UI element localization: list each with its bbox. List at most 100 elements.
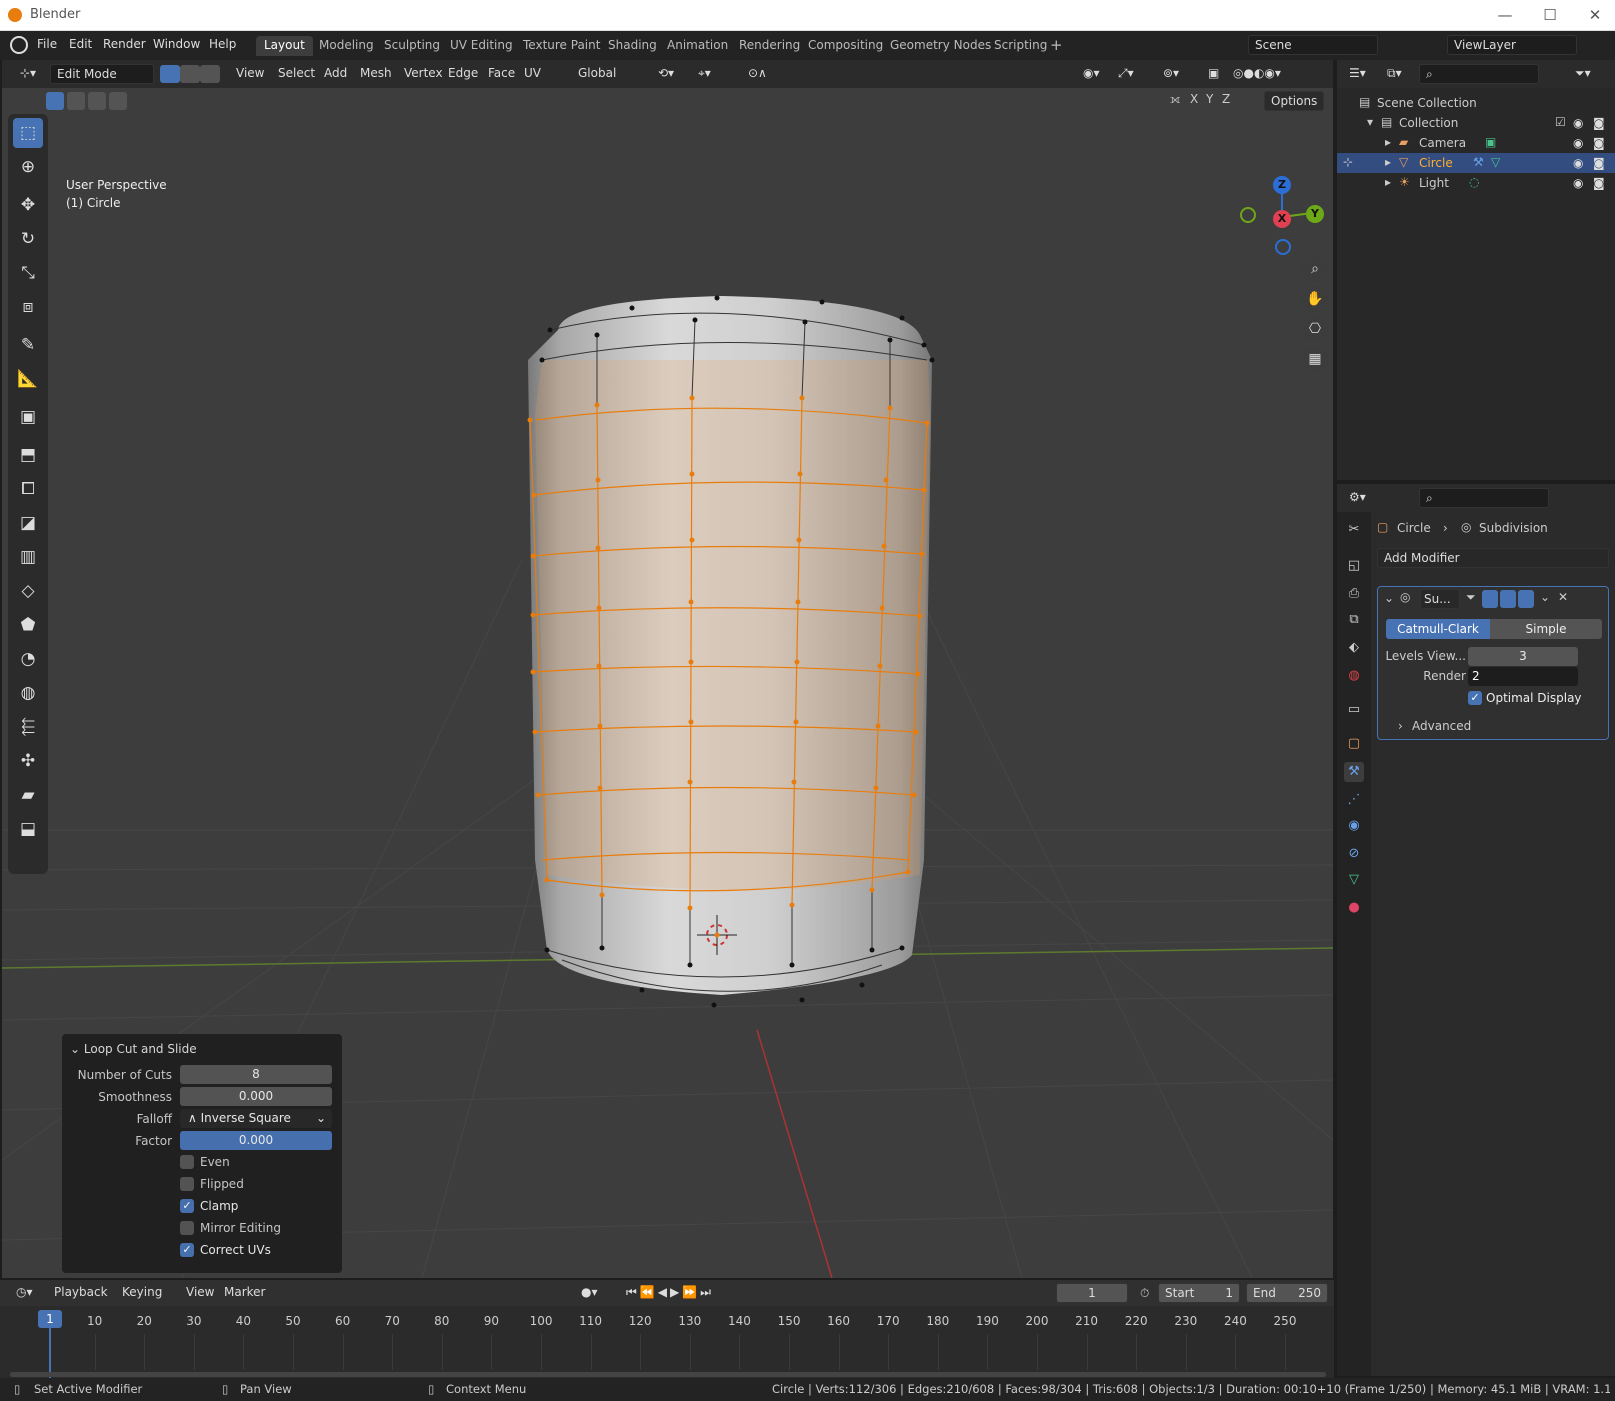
zoom-icon[interactable]: ⌕ bbox=[1302, 256, 1328, 282]
playhead-frame-label[interactable]: 1 bbox=[38, 1310, 62, 1328]
checkbox-icon[interactable]: ☑ bbox=[1555, 115, 1566, 129]
advanced-subpanel[interactable]: Advanced bbox=[1412, 719, 1471, 733]
rotate-icon[interactable]: ↻ bbox=[13, 224, 43, 254]
menu-help[interactable]: Help bbox=[209, 37, 236, 51]
add-modifier-dropdown[interactable]: Add Modifier bbox=[1377, 548, 1609, 568]
scene-collection-row[interactable]: ▤ Scene Collection bbox=[1337, 93, 1615, 113]
output-tab-icon[interactable]: ⎙ bbox=[1344, 584, 1364, 604]
maximize-icon[interactable]: ☐ bbox=[1535, 4, 1565, 26]
blender-menu-icon[interactable] bbox=[10, 36, 28, 54]
loop-cut-title[interactable]: ⌄ Loop Cut and Slide bbox=[70, 1042, 197, 1056]
editmode-toggle-icon[interactable] bbox=[1482, 590, 1498, 608]
outliner-editor-type-icon[interactable]: ☰▾ bbox=[1343, 64, 1372, 84]
outliner-item-circle[interactable]: ⊹ ▸ ▽ Circle ⚒ ▽ ◉ ◙ bbox=[1337, 153, 1615, 173]
eye-icon[interactable]: ◉ bbox=[1573, 156, 1583, 170]
collection-tab-icon[interactable]: ▭ bbox=[1344, 700, 1364, 720]
catmull-clark-button[interactable]: Catmull-Clark bbox=[1386, 619, 1490, 639]
outliner-item-camera[interactable]: ▸ ▰ Camera ▣ ◉ ◙ bbox=[1337, 133, 1615, 153]
tab-compositing[interactable]: Compositing bbox=[800, 36, 891, 56]
vertex-select-icon[interactable] bbox=[160, 65, 180, 83]
menu-edge[interactable]: Edge bbox=[442, 64, 484, 84]
particles-tab-icon[interactable]: ⋰ bbox=[1344, 790, 1364, 810]
menu-uv[interactable]: UV bbox=[518, 64, 547, 84]
data-tab-icon[interactable]: ▽ bbox=[1344, 870, 1364, 890]
properties-editor[interactable]: ⚙▾ ⌕ ✂ ◱ ⎙ ⧉ ⬖ ◍ ▭ ▢ ⚒ ⋰ ◉ ⊘ ▽ ● ▢ Circl… bbox=[1337, 484, 1615, 1376]
ortho-grid-icon[interactable]: ▦ bbox=[1302, 346, 1328, 372]
tab-uv-editing[interactable]: UV Editing bbox=[442, 36, 521, 56]
gizmo-z-axis[interactable]: Z bbox=[1273, 176, 1291, 194]
editor-type-icon[interactable]: ⊹▾ bbox=[14, 64, 42, 84]
collection-row[interactable]: ▾ ▤ Collection ☑ ◉ ◙ bbox=[1337, 113, 1615, 133]
chevron-down-icon[interactable]: ⌄ bbox=[1540, 590, 1550, 604]
eye-icon[interactable]: ◉ bbox=[1573, 176, 1583, 190]
axis-z-toggle[interactable]: Z bbox=[1222, 92, 1230, 106]
measure-icon[interactable]: 📐 bbox=[13, 364, 43, 394]
outliner[interactable]: ☰▾ ⧉▾ ⌕ ⏷▾ ▤ Scene Collection ▾ ▤ Collec… bbox=[1337, 60, 1615, 480]
correct-uvs-checkbox[interactable]: ✓ bbox=[180, 1243, 194, 1257]
axis-y-toggle[interactable]: Y bbox=[1206, 92, 1213, 106]
tool-tab-icon[interactable]: ✂ bbox=[1344, 520, 1364, 540]
move-icon[interactable]: ✥ bbox=[13, 190, 43, 220]
shear-icon[interactable]: ▰ bbox=[13, 780, 43, 810]
expand-arrow-icon[interactable]: ▸ bbox=[1385, 155, 1391, 169]
select-new-icon[interactable] bbox=[46, 92, 64, 110]
visibility-icon[interactable]: ◉▾ bbox=[1077, 64, 1106, 84]
scale-icon[interactable]: ⤡ bbox=[13, 258, 43, 288]
knife-icon[interactable]: ◇ bbox=[13, 576, 43, 606]
camera-render-icon[interactable]: ◙ bbox=[1593, 176, 1605, 190]
menu-window[interactable]: Window bbox=[153, 37, 200, 51]
menu-file[interactable]: File bbox=[37, 37, 57, 51]
flipped-checkbox[interactable] bbox=[180, 1177, 194, 1191]
axis-x-toggle[interactable]: X bbox=[1190, 92, 1198, 106]
menu-edit[interactable]: Edit bbox=[69, 37, 92, 51]
menu-select[interactable]: Select bbox=[272, 64, 321, 84]
outliner-item-light[interactable]: ▸ ☀ Light ◌ ◉ ◙ bbox=[1337, 173, 1615, 193]
poly-build-icon[interactable]: ⬟ bbox=[13, 610, 43, 640]
display-mode-icon[interactable]: ⧉▾ bbox=[1381, 64, 1408, 84]
snap-icon[interactable]: ⌖▾ bbox=[692, 64, 717, 84]
material-tab-icon[interactable]: ● bbox=[1344, 898, 1364, 918]
levels-viewport-field[interactable]: 3 bbox=[1468, 647, 1578, 666]
add-workspace-icon[interactable]: + bbox=[1050, 36, 1063, 54]
optimal-display-checkbox[interactable]: ✓ bbox=[1468, 691, 1482, 705]
overlays-icon[interactable]: ⊚▾ bbox=[1157, 64, 1185, 84]
clamp-checkbox[interactable]: ✓ bbox=[180, 1199, 194, 1213]
menu-mesh[interactable]: Mesh bbox=[354, 64, 398, 84]
minimize-icon[interactable]: — bbox=[1490, 4, 1520, 26]
navigation-gizmo[interactable]: Z Y X bbox=[1240, 175, 1324, 255]
add-cube-icon[interactable]: ▣ bbox=[13, 402, 43, 432]
camera-render-icon[interactable]: ◙ bbox=[1593, 156, 1605, 170]
expand-arrow-icon[interactable]: ▸ bbox=[1385, 175, 1391, 189]
properties-editor-type-icon[interactable]: ⚙▾ bbox=[1343, 488, 1372, 508]
mirror-icon[interactable]: ⟗ bbox=[1170, 92, 1181, 107]
menu-add[interactable]: Add bbox=[318, 64, 353, 84]
menu-vertex[interactable]: Vertex bbox=[398, 64, 449, 84]
factor-field[interactable]: 0.000 bbox=[180, 1131, 332, 1150]
loop-cut-icon[interactable]: ▥ bbox=[13, 542, 43, 572]
extrude-icon[interactable]: ⬒ bbox=[13, 440, 43, 470]
face-select-icon[interactable] bbox=[200, 65, 220, 83]
timeline-editor[interactable]: ◷▾ Playback Keying View Marker ●▾ ⏮⏪◀▶⏩⏭… bbox=[0, 1280, 1334, 1380]
mode-selector[interactable]: Edit Mode bbox=[50, 64, 154, 84]
gizmo-y-axis[interactable]: Y bbox=[1306, 205, 1324, 223]
edit-mode-indicator-icon[interactable]: ⊹ bbox=[1343, 155, 1353, 169]
modifier-tab-icon[interactable]: ⚒ bbox=[1344, 762, 1364, 782]
scene-selector[interactable]: Scene bbox=[1248, 35, 1378, 55]
camera-view-icon[interactable]: ⎔ bbox=[1302, 316, 1328, 342]
close-icon[interactable]: ✕ bbox=[1580, 4, 1610, 26]
viewlayer-selector[interactable]: ViewLayer bbox=[1447, 35, 1577, 55]
transform-orientation[interactable]: Global bbox=[572, 64, 622, 84]
select-box-icon[interactable]: ⬚ bbox=[13, 118, 43, 148]
outliner-search-input[interactable]: ⌕ bbox=[1419, 64, 1539, 84]
cuts-field[interactable]: 8 bbox=[180, 1065, 332, 1084]
menu-view[interactable]: View bbox=[230, 64, 270, 84]
mirror-editing-checkbox[interactable] bbox=[180, 1221, 194, 1235]
world-tab-icon[interactable]: ◍ bbox=[1344, 666, 1364, 686]
rip-region-icon[interactable]: ⬓ bbox=[13, 814, 43, 844]
pivot-icon[interactable]: ⟲▾ bbox=[652, 64, 680, 84]
object-tab-icon[interactable]: ▢ bbox=[1344, 734, 1364, 754]
shading-modes-icon[interactable]: ◎●◐◉▾ bbox=[1227, 64, 1287, 84]
tab-rendering[interactable]: Rendering bbox=[731, 36, 808, 56]
timeline-scrollbar[interactable] bbox=[10, 1372, 1326, 1377]
select-invert-icon[interactable] bbox=[109, 92, 127, 110]
